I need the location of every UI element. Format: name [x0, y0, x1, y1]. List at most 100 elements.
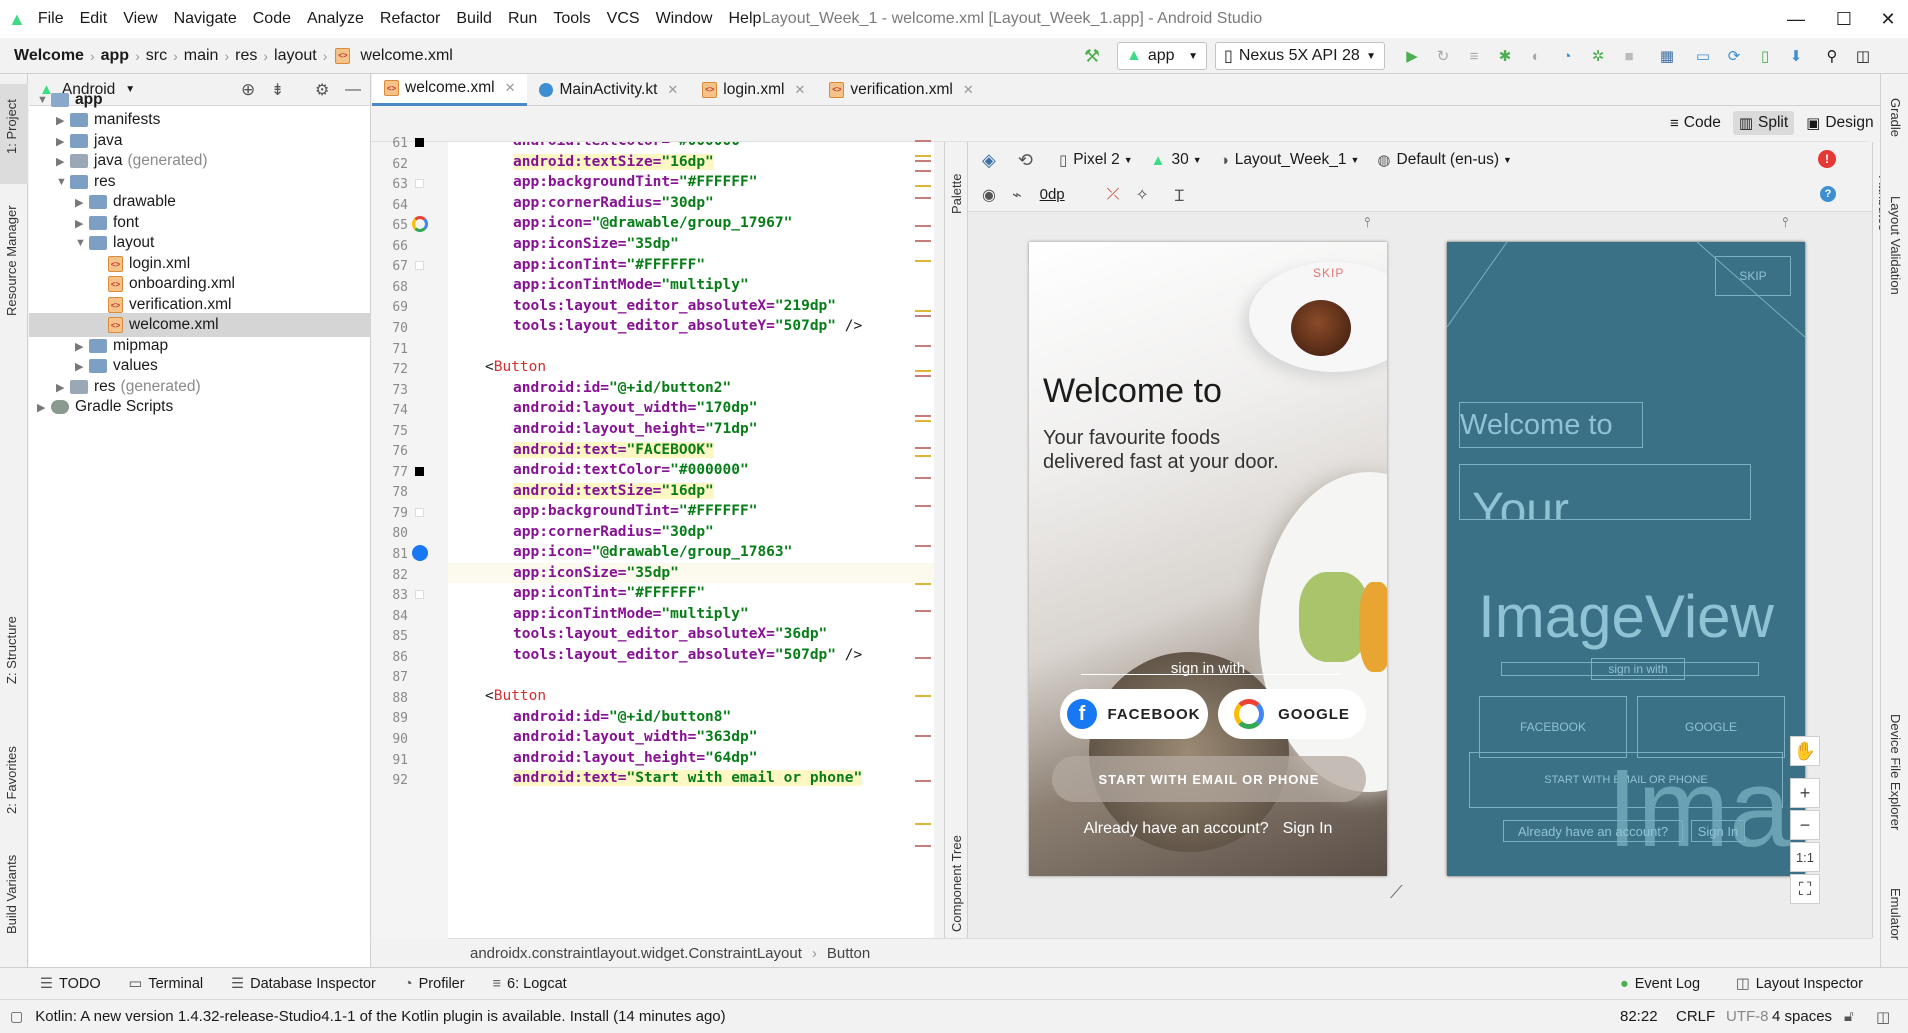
stripe-mark[interactable]: [915, 155, 931, 157]
magnet-icon[interactable]: ⌁: [1012, 185, 1022, 205]
stripe-mark[interactable]: [915, 780, 931, 782]
default-margin-field[interactable]: 0dp: [1040, 186, 1065, 203]
device-file-explorer-tool-tab[interactable]: Device File Explorer: [1888, 714, 1903, 830]
database-inspector-tool-button[interactable]: ☰ Database Inspector: [231, 976, 376, 992]
lock-icon[interactable]: 🔓︎: [1844, 1008, 1854, 1025]
stripe-mark[interactable]: [915, 225, 931, 227]
editor-tab[interactable]: <> verification.xml ✕: [817, 74, 985, 106]
xml-crumb-root[interactable]: androidx.constraintlayout.widget.Constra…: [470, 945, 802, 962]
stripe-mark[interactable]: [915, 447, 931, 449]
editor-tab[interactable]: <> login.xml ✕: [690, 74, 817, 106]
breadcrumb-item[interactable]: welcome.xml: [360, 47, 452, 65]
facebook-button[interactable]: f FACEBOOK: [1060, 689, 1208, 739]
layers-icon[interactable]: ◈: [982, 150, 996, 171]
google-icon[interactable]: [412, 216, 428, 233]
notification-icon[interactable]: ◫: [1876, 1008, 1890, 1026]
info-icon[interactable]: ?: [1820, 186, 1836, 202]
device-preview-select[interactable]: Pixel 2: [1073, 151, 1120, 169]
stop-icon[interactable]: ■: [1616, 43, 1642, 69]
stripe-mark[interactable]: [915, 845, 931, 847]
indent-setting[interactable]: 4 spaces: [1772, 1008, 1832, 1025]
stripe-mark[interactable]: [915, 735, 931, 737]
code-line[interactable]: android:text="Start with email or phone": [448, 768, 934, 789]
status-message[interactable]: Kotlin: A new version 1.4.32-release-Stu…: [35, 1008, 725, 1025]
code-line[interactable]: app:icon="@drawable/group_17967": [448, 213, 934, 234]
project-tool-tab[interactable]: 1: Project: [4, 99, 19, 154]
chevron-right-icon[interactable]: ▶: [37, 401, 51, 414]
code-line[interactable]: app:cornerRadius="30dp": [448, 521, 934, 542]
debug-icon[interactable]: ✱: [1492, 43, 1518, 69]
code-view-button[interactable]: ≡ Code: [1664, 111, 1727, 135]
blueprint-facebook[interactable]: FACEBOOK: [1479, 696, 1627, 758]
pan-icon[interactable]: ✋: [1790, 736, 1820, 766]
stripe-mark[interactable]: [915, 505, 931, 507]
terminal-tool-button[interactable]: ▭ Terminal: [129, 976, 204, 992]
stripe-mark[interactable]: [915, 185, 931, 187]
gradle-tool-tab[interactable]: Gradle: [1888, 98, 1903, 137]
split-view-button[interactable]: ▥ Split: [1732, 111, 1795, 135]
color-swatch-white-icon[interactable]: [415, 261, 424, 271]
chevron-right-icon[interactable]: ▶: [56, 155, 70, 168]
code-line[interactable]: android:layout_height="64dp": [448, 748, 934, 769]
stripe-mark[interactable]: [915, 315, 931, 317]
code-line[interactable]: app:iconTint="#FFFFFF": [448, 254, 934, 275]
zoom-in-button[interactable]: +: [1790, 778, 1820, 808]
menu-vcs[interactable]: VCS: [607, 10, 640, 28]
breadcrumb-item[interactable]: Welcome: [14, 47, 84, 65]
code-line[interactable]: tools:layout_editor_absoluteY="507dp" />: [448, 316, 934, 337]
emulator-tool-tab[interactable]: Emulator: [1888, 888, 1903, 940]
blueprint-sign-in-with[interactable]: sign in with: [1591, 658, 1685, 680]
layout-inspector-tool-button[interactable]: ◫ Layout Inspector: [1736, 976, 1863, 992]
close-tab-icon[interactable]: ✕: [963, 82, 974, 98]
zoom-actual-button[interactable]: 1:1: [1790, 842, 1820, 872]
blueprint-subtitle[interactable]: Your: [1459, 464, 1751, 520]
stripe-mark[interactable]: [915, 583, 931, 585]
run-icon[interactable]: ▶: [1399, 43, 1425, 69]
blueprint-have-account[interactable]: Already have an account?: [1503, 820, 1683, 842]
color-swatch-white-icon[interactable]: [415, 507, 424, 517]
code-line[interactable]: <Button: [448, 686, 934, 707]
palette-tool-tab[interactable]: Palette: [949, 174, 964, 214]
code-line[interactable]: app:iconTintMode="multiply": [448, 275, 934, 296]
breadcrumb-item[interactable]: res: [235, 47, 257, 65]
chevron-right-icon[interactable]: ▶: [75, 217, 89, 230]
stripe-mark[interactable]: [915, 477, 931, 479]
code-line[interactable]: app:backgroundTint="#FFFFFF": [448, 501, 934, 522]
event-log-tool-button[interactable]: ● Event Log: [1620, 976, 1700, 992]
stripe-mark[interactable]: [915, 260, 931, 262]
device-manager-icon[interactable]: ▯: [1752, 43, 1778, 69]
breadcrumb-item[interactable]: src: [146, 47, 167, 65]
code-line[interactable]: android:textColor="#000000": [448, 142, 934, 152]
skip-link[interactable]: SKIP: [1313, 266, 1344, 280]
chevron-down-icon[interactable]: ▼: [37, 94, 51, 106]
chevron-right-icon[interactable]: ▶: [56, 135, 70, 148]
infer-constraints-icon[interactable]: ✧: [1135, 185, 1148, 205]
menu-tools[interactable]: Tools: [553, 10, 590, 28]
stripe-mark[interactable]: [915, 823, 931, 825]
code-line[interactable]: android:textSize="16dp": [448, 152, 934, 173]
menu-help[interactable]: Help: [728, 10, 761, 28]
google-button[interactable]: GOOGLE: [1218, 689, 1366, 739]
editor-tab[interactable]: <> welcome.xml ✕: [372, 73, 528, 106]
blueprint-sign-in[interactable]: Sign In: [1691, 820, 1745, 842]
status-square-icon[interactable]: ▢: [10, 1008, 23, 1025]
cursor-position[interactable]: 82:22: [1620, 1008, 1658, 1025]
close-tab-icon[interactable]: ✕: [505, 80, 516, 96]
component-tree-tool-tab[interactable]: Component Tree: [949, 835, 964, 932]
eye-icon[interactable]: ◉: [982, 185, 996, 205]
menu-edit[interactable]: Edit: [80, 10, 108, 28]
chevron-down-icon[interactable]: ▼: [75, 237, 89, 249]
stripe-mark[interactable]: [915, 420, 931, 422]
run-config-select[interactable]: ▲ app ▼: [1117, 42, 1207, 70]
code-line[interactable]: tools:layout_editor_absoluteY="507dp" />: [448, 645, 934, 666]
stripe-mark[interactable]: [915, 415, 931, 417]
device-select[interactable]: ▯ Nexus 5X API 28 ▼: [1215, 42, 1385, 70]
code-line[interactable]: app:iconTintMode="multiply": [448, 604, 934, 625]
stripe-mark[interactable]: [915, 657, 931, 659]
chevron-right-icon[interactable]: ▶: [56, 381, 70, 394]
avd-manager-icon[interactable]: ▭: [1690, 43, 1716, 69]
color-swatch-white-icon[interactable]: [415, 179, 424, 189]
tree-item[interactable]: ▶ Gradle Scripts: [29, 395, 371, 419]
build-variants-tool-tab[interactable]: Build Variants: [4, 855, 19, 934]
error-badge-icon[interactable]: !: [1818, 150, 1836, 168]
